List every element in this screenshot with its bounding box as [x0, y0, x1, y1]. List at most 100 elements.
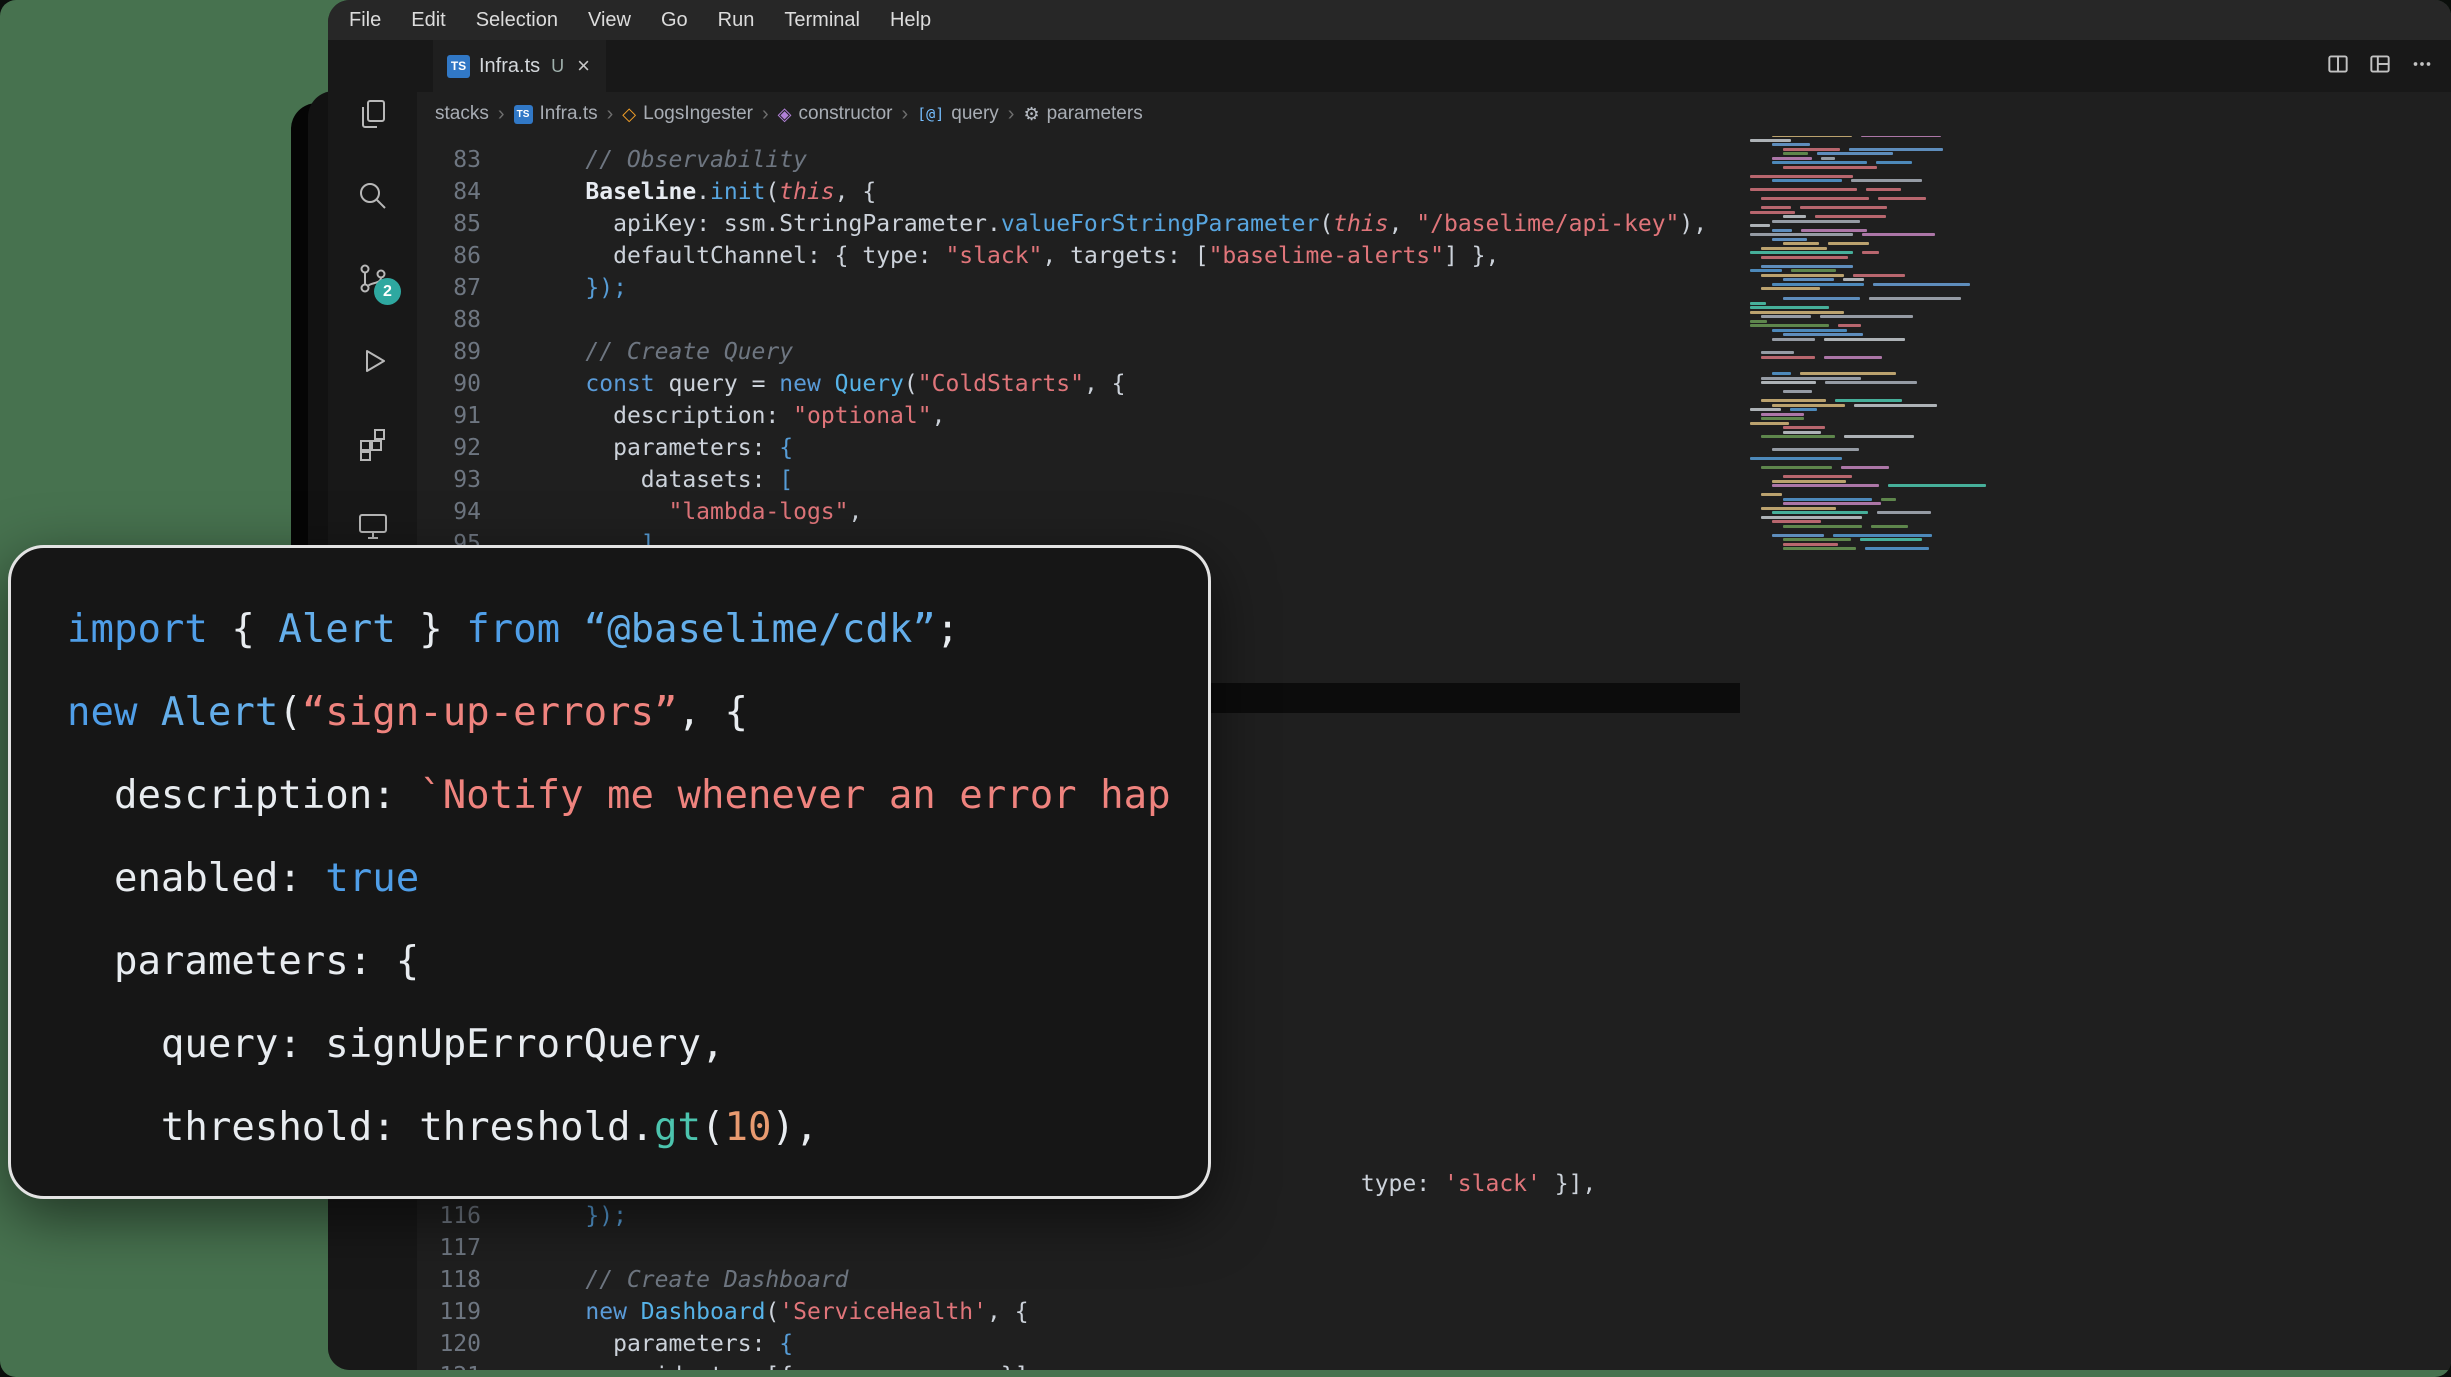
code-line: 93 datasets: [ — [417, 464, 2451, 496]
minimap-row — [1800, 206, 1887, 209]
breadcrumb-item-constructor[interactable]: ◈constructor — [778, 103, 893, 125]
minimap-row — [1833, 534, 1933, 537]
menu-item-selection[interactable]: Selection — [461, 0, 573, 40]
chevron-right-icon: › — [762, 103, 769, 126]
minimap-row — [1761, 315, 1811, 318]
query-symbol-icon: [@] — [917, 107, 944, 122]
minimap-row — [1876, 161, 1912, 164]
line-number: 84 — [417, 176, 481, 208]
menu-bar: FileEditSelectionViewGoRunTerminalHelp — [328, 0, 2451, 40]
minimap-row — [1783, 333, 1863, 336]
tab-infra-ts[interactable]: TS Infra.ts U × — [433, 40, 606, 92]
line-number: 86 — [417, 240, 481, 272]
breadcrumb-item-logsingester[interactable]: ◇LogsIngester — [622, 103, 753, 125]
minimap-row — [1750, 306, 1829, 309]
menu-item-go[interactable]: Go — [646, 0, 703, 40]
minimap-row — [1783, 543, 1838, 546]
line-number: 90 — [417, 368, 481, 400]
minimap-row — [1821, 157, 1835, 160]
minimap-row — [1860, 538, 1922, 541]
card-code-line: query: signUpErrorQuery, — [67, 1003, 1208, 1086]
chevron-right-icon: › — [1008, 103, 1015, 126]
minimap-row — [1761, 377, 1861, 380]
code-line: 92 parameters: { — [417, 432, 2451, 464]
minimap-row — [1849, 148, 1943, 151]
minimap-row — [1761, 493, 1782, 496]
parameters-symbol-icon: ⚙ — [1023, 105, 1039, 123]
card-code-line: new Alert(“sign-up-errors”, { — [67, 671, 1208, 754]
minimap[interactable] — [1746, 136, 1908, 694]
minimap-row — [1801, 229, 1866, 232]
breadcrumb-item-query[interactable]: [@]query — [917, 103, 999, 125]
menu-item-terminal[interactable]: Terminal — [769, 0, 875, 40]
tab-close-icon[interactable]: × — [577, 55, 590, 77]
breadcrumb-item-parameters[interactable]: ⚙parameters — [1023, 103, 1142, 125]
minimap-row — [1783, 297, 1860, 300]
menu-item-edit[interactable]: Edit — [396, 0, 460, 40]
breadcrumb-item-stacks[interactable]: stacks — [435, 103, 489, 125]
minimap-row — [1750, 211, 1795, 214]
minimap-row — [1866, 188, 1901, 191]
minimap-row — [1877, 511, 1930, 514]
minimap-row — [1761, 247, 1827, 250]
minimap-row — [1772, 229, 1792, 232]
typescript-icon: TS — [514, 105, 533, 124]
code-line: 83 // Observability — [417, 144, 2451, 176]
minimap-row — [1772, 238, 1807, 241]
menu-item-run[interactable]: Run — [703, 0, 770, 40]
card-code-line: enabled: true — [67, 837, 1208, 920]
minimap-row — [1761, 274, 1844, 277]
breadcrumb-item-infra-ts[interactable]: TSInfra.ts — [514, 103, 598, 125]
code-line: 118 // Create Dashboard — [417, 1264, 2451, 1296]
card-code-line: import { Alert } from “@baselime/cdk”; — [67, 588, 1208, 671]
minimap-row — [1761, 435, 1835, 438]
explorer-files-icon[interactable] — [328, 74, 417, 156]
line-number: 92 — [417, 432, 481, 464]
minimap-row — [1761, 265, 1853, 268]
minimap-row — [1750, 422, 1789, 425]
minimap-row — [1761, 466, 1832, 469]
menu-item-file[interactable]: File — [334, 0, 396, 40]
minimap-row — [1772, 283, 1864, 286]
card-code-line: description: `Notify me whenever an erro… — [67, 754, 1208, 837]
minimap-row — [1843, 278, 1864, 281]
minimap-row — [1750, 324, 1829, 327]
layout-icon[interactable] — [2367, 51, 2393, 82]
minimap-row — [1772, 329, 1847, 332]
minimap-row — [1783, 426, 1825, 429]
code-line: 87 }); — [417, 272, 2451, 304]
card-code-line: parameters: { — [67, 920, 1208, 1003]
minimap-row — [1772, 484, 1879, 487]
minimap-row — [1853, 274, 1906, 277]
split-editor-icon[interactable] — [2325, 51, 2351, 82]
line-number: 121 — [417, 1360, 481, 1370]
minimap-row — [1761, 197, 1869, 200]
run-debug-icon[interactable] — [328, 320, 417, 402]
code-line: 94 "lambda-logs", — [417, 496, 2451, 528]
minimap-row — [1772, 220, 1860, 223]
code-line: 88 — [417, 304, 2451, 336]
minimap-row — [1761, 287, 1820, 290]
minimap-row — [1750, 457, 1842, 460]
minimap-row — [1888, 484, 1986, 487]
minimap-row — [1783, 547, 1856, 550]
line-number: 87 — [417, 272, 481, 304]
source-control-icon[interactable]: 2 — [328, 238, 417, 320]
minimap-row — [1772, 480, 1846, 483]
minimap-row — [1750, 175, 1853, 178]
code-line: 119 new Dashboard('ServiceHealth', { — [417, 1296, 2451, 1328]
minimap-row — [1869, 297, 1961, 300]
minimap-row — [1750, 269, 1782, 272]
minimap-row — [1851, 179, 1923, 182]
more-actions-icon[interactable] — [2409, 51, 2435, 82]
extensions-icon[interactable] — [328, 402, 417, 484]
minimap-row — [1825, 381, 1917, 384]
breadcrumb: stacks›TSInfra.ts›◇LogsIngester›◈constru… — [417, 92, 2451, 136]
search-icon[interactable] — [328, 156, 417, 238]
menu-item-help[interactable]: Help — [875, 0, 946, 40]
minimap-row — [1820, 315, 1912, 318]
minimap-row — [1750, 311, 1844, 314]
menu-item-view[interactable]: View — [573, 0, 646, 40]
minimap-row — [1783, 215, 1806, 218]
minimap-row — [1873, 283, 1969, 286]
